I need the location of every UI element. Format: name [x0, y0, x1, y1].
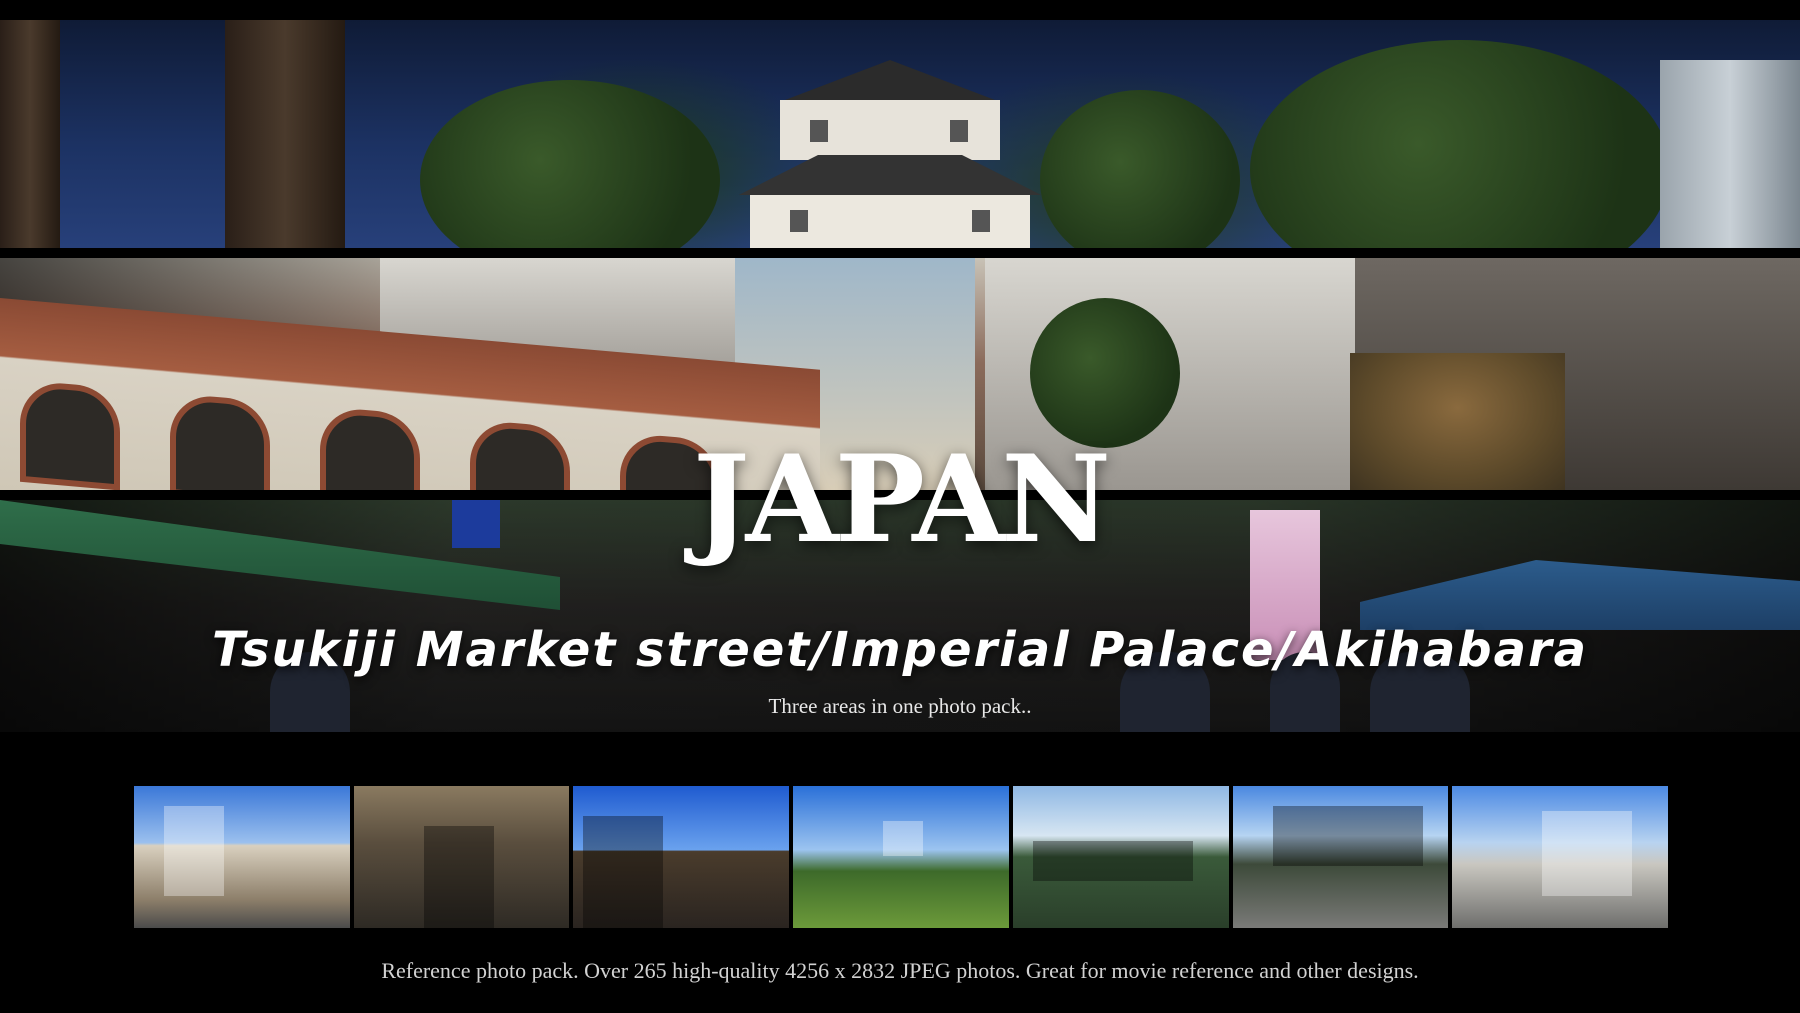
tree-trunk-image — [225, 20, 345, 248]
tree-image — [420, 80, 720, 248]
thumbnail-street-intersection — [134, 786, 350, 928]
thumbnail-strip — [134, 786, 1669, 928]
thumbnail-city-avenue — [1452, 786, 1669, 928]
thumbnail-railway-bridge-street — [1232, 786, 1449, 928]
hero-subtitle: Tsukiji Market street/Imperial Palace/Ak… — [211, 622, 1589, 678]
palace-tower-image — [710, 60, 1070, 248]
thumbnail-stone-wall-moat — [1012, 786, 1229, 928]
thumbnail-palace-moat-tree — [793, 786, 1009, 928]
thumbnail-market-alley — [353, 786, 570, 928]
hero-title: JAPAN — [692, 429, 1111, 570]
thumbnail-palace-gate — [573, 786, 790, 928]
pine-tree-image — [1250, 40, 1670, 248]
market-tent-image — [1360, 560, 1800, 630]
footer-description: Reference photo pack. Over 265 high-qual… — [381, 958, 1419, 983]
tree-image — [1030, 298, 1180, 448]
photo-band-imperial-palace — [0, 20, 1800, 248]
tree-image — [1040, 90, 1240, 248]
office-tower-image — [1660, 60, 1800, 248]
tree-trunk-image — [0, 20, 60, 248]
hero-tagline: Three areas in one photo pack.. — [768, 694, 1032, 718]
